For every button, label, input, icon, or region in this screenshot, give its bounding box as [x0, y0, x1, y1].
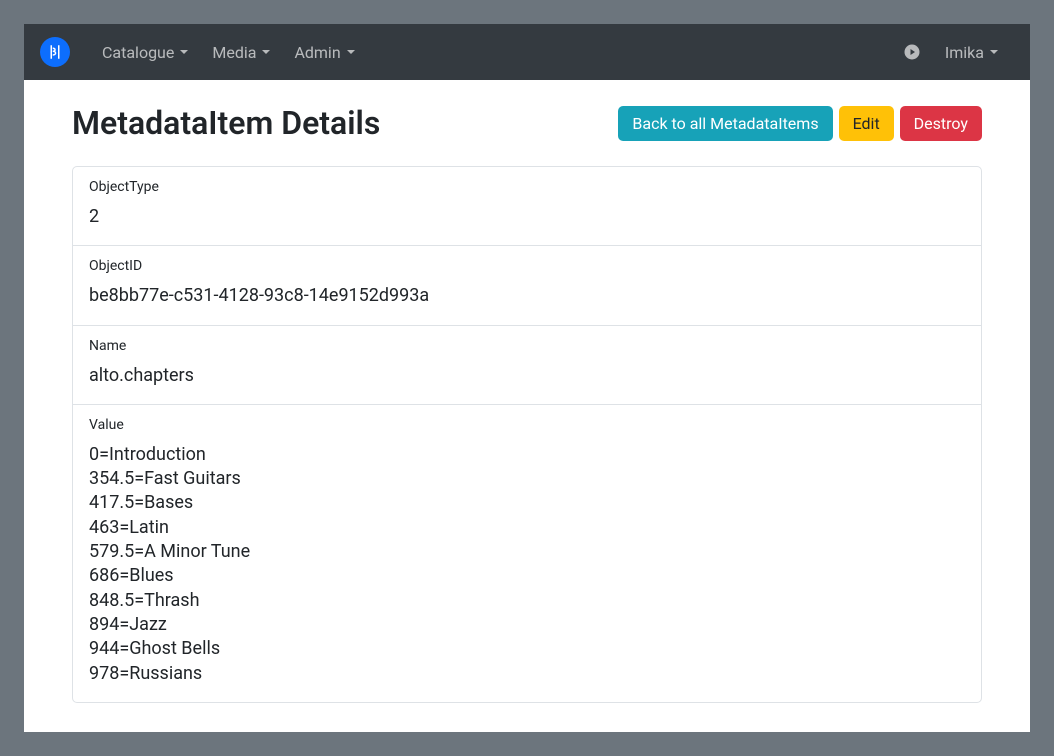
nav-admin-label: Admin	[294, 43, 340, 62]
destroy-button[interactable]: Destroy	[900, 106, 982, 141]
field-label: Name	[89, 338, 965, 354]
nav-catalogue-label: Catalogue	[102, 43, 174, 62]
chevron-down-icon	[262, 50, 270, 54]
nav-user-label: Imika	[945, 43, 984, 62]
field-value: be8bb77e-c531-4128-93c8-14e9152d993a	[89, 284, 965, 308]
field-objectid: ObjectID be8bb77e-c531-4128-93c8-14e9152…	[73, 246, 981, 325]
navbar: Catalogue Media Admin Imika	[24, 24, 1030, 80]
header-row: MetadataItem Details Back to all Metadat…	[72, 104, 982, 142]
back-button[interactable]: Back to all MetadataItems	[618, 106, 832, 141]
field-objecttype: ObjectType 2	[73, 167, 981, 246]
details-card: ObjectType 2 ObjectID be8bb77e-c531-4128…	[72, 166, 982, 703]
button-group: Back to all MetadataItems Edit Destroy	[618, 106, 982, 141]
field-label: Value	[89, 417, 965, 433]
field-value: Value 0=Introduction 354.5=Fast Guitars …	[73, 405, 981, 702]
nav-catalogue[interactable]: Catalogue	[94, 35, 196, 70]
chevron-down-icon	[347, 50, 355, 54]
navbar-left: Catalogue Media Admin	[40, 35, 371, 70]
page-title: MetadataItem Details	[72, 104, 380, 142]
chevron-down-icon	[990, 50, 998, 54]
field-name: Name alto.chapters	[73, 326, 981, 405]
field-value: 0=Introduction 354.5=Fast Guitars 417.5=…	[89, 443, 965, 686]
field-label: ObjectID	[89, 258, 965, 274]
navbar-right: Imika	[903, 35, 1014, 70]
field-value: 2	[89, 205, 965, 229]
chevron-down-icon	[180, 50, 188, 54]
nav-media-label: Media	[212, 43, 256, 62]
field-value: alto.chapters	[89, 364, 965, 388]
content: MetadataItem Details Back to all Metadat…	[24, 80, 1030, 727]
app-logo[interactable]	[40, 37, 70, 67]
nav-admin[interactable]: Admin	[286, 35, 362, 70]
edit-button[interactable]: Edit	[839, 106, 894, 141]
nav-user[interactable]: Imika	[937, 35, 1006, 70]
nav-media[interactable]: Media	[204, 35, 278, 70]
play-icon[interactable]	[903, 43, 921, 61]
field-label: ObjectType	[89, 179, 965, 195]
